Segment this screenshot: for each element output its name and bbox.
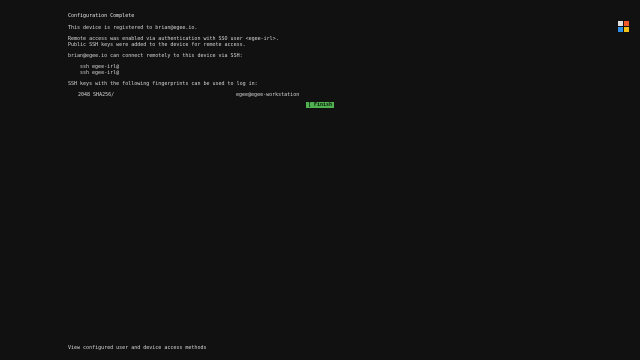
finish-button[interactable]: [ Finish ] <box>306 102 334 114</box>
fingerprint-key[interactable]: 2048 SHA256/ <box>78 92 114 98</box>
terminal-screen: Configuration Complete This device is re… <box>0 0 640 360</box>
ubuntu-core-logo-icon <box>618 21 629 32</box>
ssh-command-2: ssh egee-irl@ <box>80 70 120 76</box>
fingerprints-intro-text: SSH keys with the following fingerprints… <box>68 81 258 87</box>
connect-intro-text: brian@egee.io can connect remotely to th… <box>68 53 243 59</box>
status-bar-text: View configured user and device access m… <box>68 345 207 351</box>
remote-access-text-2: Public SSH keys were added to the device… <box>68 42 246 48</box>
fingerprint-host[interactable]: egee@egee-workstation <box>236 92 299 98</box>
registration-text: This device is registered to brian@egee.… <box>68 25 198 31</box>
page-title: Configuration Complete <box>68 13 135 19</box>
